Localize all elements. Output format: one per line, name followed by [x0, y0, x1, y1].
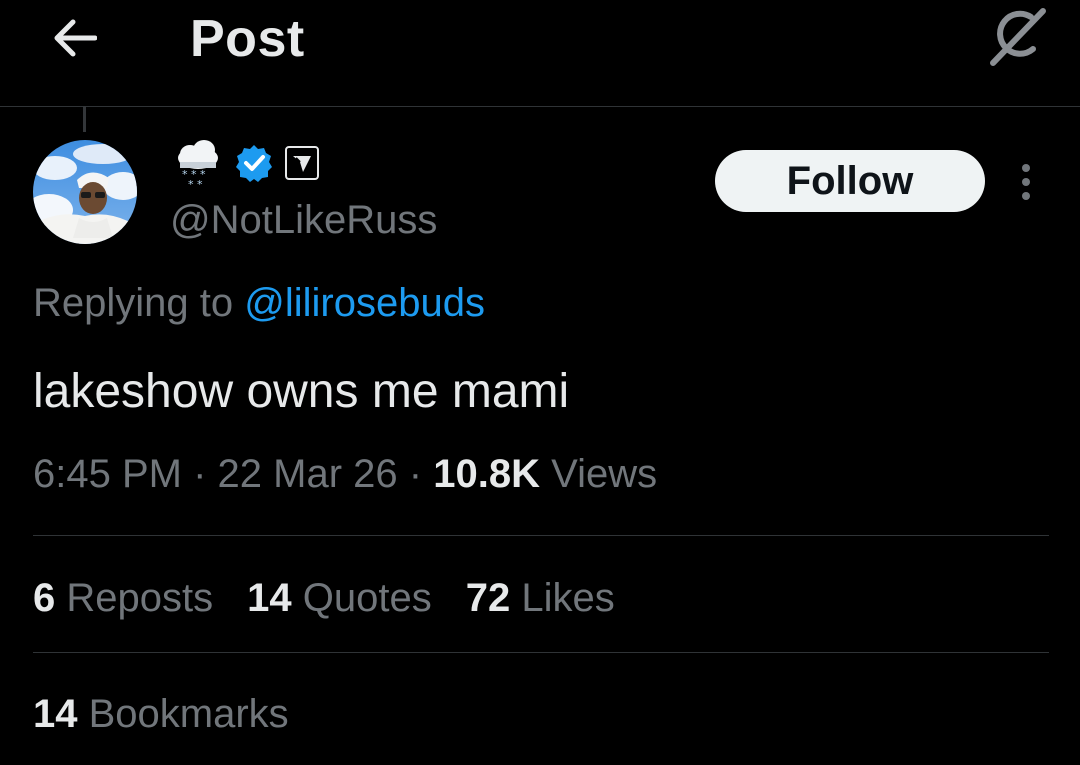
more-vertical-icon	[1022, 164, 1030, 200]
meta-separator: ·	[408, 452, 423, 496]
grok-button[interactable]	[982, 4, 1054, 68]
top-app-bar: Post	[0, 0, 1080, 107]
page-title: Post	[190, 10, 305, 68]
display-name[interactable]: * * * * *	[170, 138, 226, 188]
grok-icon	[990, 8, 1046, 66]
follow-button[interactable]: Follow	[715, 150, 985, 212]
views-label: Views	[551, 452, 658, 496]
affiliate-badge[interactable]	[284, 145, 320, 181]
views-count: 10.8K	[433, 452, 540, 496]
verified-check-icon	[236, 145, 272, 182]
more-options-button[interactable]	[1004, 152, 1048, 212]
affiliate-badge-icon	[285, 146, 319, 180]
quotes-label: Quotes	[302, 576, 432, 620]
divider	[33, 652, 1049, 653]
reposts-stat[interactable]: 6 Reposts	[33, 570, 213, 626]
quotes-stat[interactable]: 14 Quotes	[247, 570, 432, 626]
post-page: Post * * * * * @NotLikeRuss Follow Reply…	[0, 0, 1080, 765]
quotes-count: 14	[247, 576, 292, 620]
arrow-left-icon	[54, 19, 97, 57]
likes-label: Likes	[521, 576, 615, 620]
engagement-stats: 6 Reposts 14 Quotes 72 Likes	[33, 570, 649, 626]
back-button[interactable]	[46, 10, 102, 66]
author-name-row: * * * * *	[170, 138, 320, 188]
replying-to-mention-link[interactable]: @lilirosebuds	[244, 281, 485, 325]
thread-connector	[83, 106, 86, 132]
likes-count: 72	[465, 576, 511, 620]
post-text: lakeshow owns me mami	[33, 365, 570, 418]
replying-to-line: Replying to @lilirosebuds	[33, 276, 485, 330]
bookmarks-count: 14	[33, 692, 78, 736]
verified-badge[interactable]	[234, 143, 274, 183]
author-handle[interactable]: @NotLikeRuss	[170, 194, 437, 246]
replying-to-label: Replying to	[33, 281, 234, 325]
meta-separator: ·	[193, 452, 207, 496]
post-meta: 6:45 PM · 22 Mar 26 · 10.8K Views	[33, 446, 657, 502]
post-date[interactable]: 22 Mar 26	[218, 452, 398, 496]
avatar-image	[33, 140, 137, 244]
reposts-label: Reposts	[66, 576, 214, 620]
divider	[33, 535, 1049, 536]
likes-stat[interactable]: 72 Likes	[466, 570, 615, 626]
bookmarks-label: Bookmarks	[88, 692, 289, 736]
snow-cloud-icon: * * * * *	[178, 140, 218, 188]
svg-text:* *: * *	[188, 178, 203, 188]
reposts-count: 6	[33, 576, 56, 620]
avatar[interactable]	[33, 140, 137, 244]
bookmarks-stat[interactable]: 14 Bookmarks	[33, 686, 289, 742]
post-time[interactable]: 6:45 PM	[33, 452, 182, 496]
